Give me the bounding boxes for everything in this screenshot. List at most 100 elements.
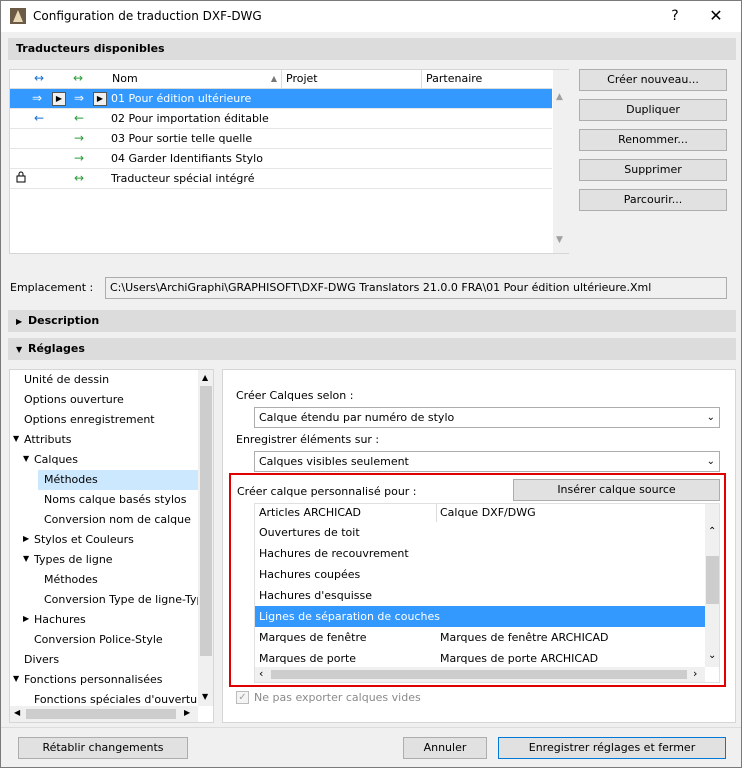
description-section-title: Description [28,314,100,327]
list-horizontal-scrollbar[interactable]: ‹ › [255,667,705,682]
create-layers-select[interactable]: Calque étendu par numéro de stylo ⌄ [254,407,720,428]
list-item[interactable]: Hachures d'esquisse [255,585,705,606]
tree-item-font-style-conversion[interactable]: Conversion Police-Style [34,630,163,650]
scroll-thumb[interactable] [26,709,176,719]
scroll-up-icon[interactable]: ⌃ [708,526,716,537]
chevron-down-icon[interactable]: ▼ [23,454,29,463]
scroll-down-icon[interactable]: ⌄ [708,650,716,661]
list-header-dxf-layer[interactable]: Calque DXF/DWG [440,506,536,519]
translator-row[interactable]: → 03 Pour sortie telle quelle [10,129,552,149]
tree-item-misc[interactable]: Divers [24,650,59,670]
delete-button[interactable]: Supprimer [579,159,727,181]
duplicate-button[interactable]: Dupliquer [579,99,727,121]
list-item[interactable]: Hachures coupées [255,564,705,585]
settings-tree: Unité de dessin Options ouverture Option… [9,369,214,723]
location-path-field[interactable]: C:\Users\ArchiGraphi\GRAPHISOFT\DXF-DWG … [105,277,727,299]
list-vertical-scrollbar[interactable]: ⌃ ⌄ [705,504,719,667]
translators-section-title: Traducteurs disponibles [16,42,165,55]
list-item[interactable]: Ouvertures de toit [255,522,705,543]
tree-item-hatches[interactable]: Hachures [34,610,86,630]
empty-layers-checkbox[interactable]: ✓ [236,691,249,704]
rename-button[interactable]: Renommer... [579,129,727,151]
translators-scrollbar[interactable]: ▲ ▼ [553,70,569,253]
reset-changes-button[interactable]: Rétablir changements [18,737,188,759]
sort-ascending-icon: ▲ [270,74,277,83]
tree-item-pen-layer-names[interactable]: Noms calque basés stylos [44,490,186,510]
scroll-thumb[interactable] [706,556,719,604]
scroll-left-icon[interactable]: ‹ [259,667,263,680]
chevron-down-icon[interactable]: ▼ [23,554,29,563]
translator-name: 02 Pour importation éditable [111,112,269,125]
scroll-right-icon[interactable]: ▶ [184,708,190,717]
export-arrow-icon: → [74,131,85,145]
scroll-thumb[interactable] [271,670,687,679]
tree-item-attributes[interactable]: Attributs [24,430,72,450]
list-item[interactable]: Marques de porte Marques de porte ARCHICA… [255,648,705,669]
list-item[interactable]: Hachures de recouvrement [255,543,705,564]
insert-source-layer-button[interactable]: Insérer calque source [513,479,720,501]
chevron-down-icon[interactable]: ▼ [13,434,19,443]
chevron-right-icon[interactable]: ▶ [23,614,29,623]
archicad-app-icon [10,8,26,24]
create-layers-label: Créer Calques selon : [236,389,354,402]
translator-name: Traducteur spécial intégré [111,172,255,185]
translators-section-header[interactable]: Traducteurs disponibles [8,38,736,60]
translator-name: 04 Garder Identifiants Stylo [111,152,263,165]
settings-section-header[interactable]: ▼ Réglages [8,338,736,360]
scroll-left-icon[interactable]: ◀ [14,708,20,717]
tree-item-drawing-unit[interactable]: Unité de dessin [24,370,109,390]
tree-vertical-scrollbar[interactable]: ▲ ▼ [198,370,213,706]
translator-row[interactable]: → 04 Garder Identifiants Stylo [10,149,552,169]
scroll-down-icon[interactable]: ▼ [202,692,208,701]
header-arrow-icon: ↔ [34,71,45,85]
translator-row[interactable]: ← ← 02 Pour importation éditable [10,109,552,129]
translator-row[interactable]: ↔ Traducteur spécial intégré [10,169,552,189]
list-item[interactable]: Marques de fenêtre Marques de fenêtre ARC… [255,627,705,648]
chevron-down-icon[interactable]: ▼ [13,674,19,683]
tree-item-line-methods[interactable]: Méthodes [44,570,98,590]
chevron-right-icon[interactable]: ▶ [23,534,29,543]
tree-item-save-options[interactable]: Options enregistrement [24,410,155,430]
export-arrow-icon: ⇒ [74,91,85,105]
settings-pane: Créer Calques selon : Calque étendu par … [222,369,736,723]
location-label: Emplacement : [10,281,94,294]
play-toggle-icon[interactable]: ▶ [93,92,107,106]
save-elements-select[interactable]: Calques visibles seulement ⌄ [254,451,720,472]
description-section-header[interactable]: ▶ Description [8,310,736,332]
cancel-button[interactable]: Annuler [403,737,487,759]
tree-item-line-types[interactable]: Types de ligne [34,550,113,570]
tree-item-line-type-conversion[interactable]: Conversion Type de ligne-Type [44,590,210,610]
translators-table: ↔ ↔ Nom ▲ Projet Partenaire ⇒ ▶ ⇒ ▶ 01 P… [9,69,569,254]
header-arrow-icon: ↔ [73,71,84,85]
list-item[interactable]: Lignes de séparation de couches [255,606,705,627]
tree-item-layers[interactable]: Calques [34,450,78,470]
column-header-project[interactable]: Projet [282,70,422,88]
help-button[interactable]: ? [663,5,687,27]
custom-layer-highlight-box: Créer calque personnalisé pour : Insérer… [229,473,726,687]
expand-triangle-icon: ▶ [16,317,23,326]
tree-item-layer-methods[interactable]: Méthodes [38,470,198,490]
save-elements-label: Enregistrer éléments sur : [236,433,380,446]
tree-item-layer-name-conversion[interactable]: Conversion nom de calque [44,510,191,530]
export-arrow-icon: → [74,151,85,165]
scroll-up-icon[interactable]: ▲ [202,373,208,382]
play-toggle-icon[interactable]: ▶ [52,92,66,106]
create-new-button[interactable]: Créer nouveau... [579,69,727,91]
translator-row[interactable]: ⇒ ▶ ⇒ ▶ 01 Pour édition ultérieure [10,89,552,109]
tree-item-custom-functions[interactable]: Fonctions personnalisées [24,670,163,690]
list-header-archicad-items[interactable]: Articles ARCHICAD [259,506,361,519]
column-header-name[interactable]: Nom ▲ [108,70,282,88]
custom-layer-list-header: Articles ARCHICAD Calque DXF/DWG [255,504,705,522]
scroll-right-icon[interactable]: › [693,667,697,680]
scroll-down-icon[interactable]: ▼ [556,235,563,245]
window-title: Configuration de traduction DXF-DWG [33,9,262,23]
tree-item-open-options[interactable]: Options ouverture [24,390,124,410]
save-and-close-button[interactable]: Enregistrer réglages et fermer [498,737,726,759]
tree-item-pens-colors[interactable]: Stylos et Couleurs [34,530,134,550]
close-button[interactable]: ✕ [704,5,728,27]
column-header-partner[interactable]: Partenaire [422,70,552,88]
tree-horizontal-scrollbar[interactable]: ◀ ▶ [10,706,198,722]
browse-button[interactable]: Parcourir... [579,189,727,211]
scroll-thumb[interactable] [200,386,212,656]
scroll-up-icon[interactable]: ▲ [556,92,563,102]
